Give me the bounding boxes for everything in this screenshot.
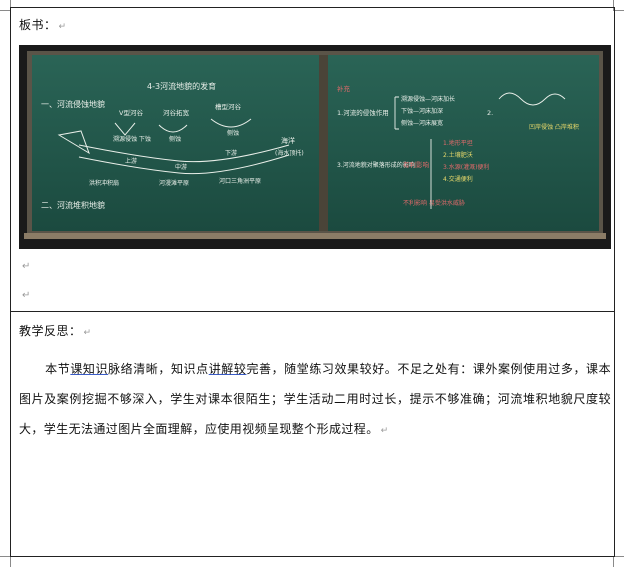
board-note-yellow: 4.交通便利 (443, 175, 473, 183)
board-note: 溯源侵蚀—河床加长 (401, 95, 455, 103)
crop-mark-bottom-right (613, 556, 624, 567)
reflection-text-underlined: 讲解较 (208, 362, 247, 376)
board-note-red: 有利影响 (403, 160, 430, 169)
reflection-label-text: 教学反思： (19, 324, 82, 338)
paragraph-mark: ↵ (22, 261, 31, 272)
board-note: 侧蚀 (169, 135, 181, 143)
reflection-cell[interactable]: 教学反思： ↵ 本节课知识脉络清晰，知识点讲解较完善，随堂练习效果较好。不足之处有… (11, 312, 614, 556)
board-note-red: 3.水源(灌溉)便利 (443, 163, 489, 171)
board-label-text: 板书： (19, 18, 57, 32)
board-note-red: 补充 (337, 84, 351, 93)
board-note: 1.河流的侵蚀作用 (337, 108, 389, 117)
reflection-body[interactable]: 本节课知识脉络清晰，知识点讲解较完善，随堂练习效果较好。不足之处有：课外案例使用… (19, 354, 611, 446)
board-note-red: 1.地形平坦 (443, 139, 473, 147)
board-note: 河谷拓宽 (163, 108, 190, 117)
board-note: 2. (487, 109, 493, 117)
board-note: 河口三角洲平原 (219, 177, 261, 185)
board-note: 中游 (175, 163, 187, 171)
board-note: 上游 (125, 157, 137, 165)
board-note-yellow: 2.土壤肥沃 (443, 151, 473, 159)
reflection-text-underlined: 课知识 (70, 362, 109, 376)
board-note: V型河谷 (119, 108, 143, 117)
board-note: 下蚀—河床加深 (401, 107, 443, 115)
board-note: (海水顶托) (275, 149, 304, 157)
board-note: 溯源侵蚀 下蚀 (113, 135, 151, 143)
board-note: 侧蚀—河床展宽 (401, 119, 443, 127)
board-note: 海洋 (281, 136, 295, 145)
blackboard-photo: 4-3河流地貌的发育 一、河流侵蚀地貌 二、河流堆积地貌 V型河谷 河谷拓宽 槽… (19, 45, 611, 249)
blackboard-illustration: 4-3河流地貌的发育 一、河流侵蚀地貌 二、河流堆积地貌 V型河谷 河谷拓宽 槽… (19, 45, 611, 249)
document-table: 板书： ↵ 4-3河流地貌的发育 一、河流侵蚀地貌 二、河流堆积地貌 V型河谷 … (10, 7, 615, 557)
board-heading-deposition: 二、河流堆积地貌 (41, 200, 105, 210)
paragraph-mark: ↵ (22, 290, 31, 301)
paragraph-mark: ↵ (58, 22, 67, 32)
board-note-yellow: 凹岸侵蚀 凸岸堆积 (529, 123, 579, 131)
crop-mark-bottom-left (0, 556, 11, 567)
board-note: 河漫滩平原 (159, 179, 189, 187)
board-note: 槽型河谷 (215, 102, 242, 111)
board-note-red: 不利影响 易受洪水威胁 (403, 199, 465, 207)
reflection-text: 脉络清晰，知识点 (108, 362, 209, 376)
board-cell[interactable]: 板书： ↵ 4-3河流地貌的发育 一、河流侵蚀地貌 二、河流堆积地貌 V型河谷 … (11, 8, 614, 312)
board-title: 4-3河流地貌的发育 (147, 81, 216, 91)
paragraph-mark: ↵ (380, 426, 389, 436)
board-note: 洪积冲积扇 (89, 179, 119, 187)
board-note: 下游 (225, 149, 237, 157)
board-note: 侧蚀 (227, 129, 239, 137)
reflection-label: 教学反思： ↵ (19, 322, 92, 339)
board-heading-erosion: 一、河流侵蚀地貌 (41, 99, 105, 109)
paragraph-mark: ↵ (83, 328, 92, 338)
board-label: 板书： ↵ (19, 16, 67, 33)
reflection-text: 本节 (45, 362, 71, 376)
